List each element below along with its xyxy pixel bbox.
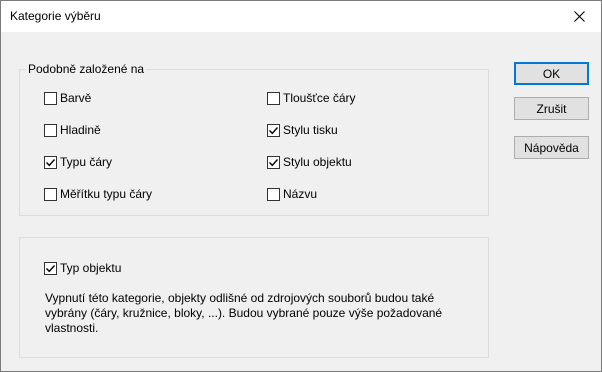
- dialog-title: Kategorie výběru: [10, 9, 101, 23]
- checkbox-box[interactable]: [267, 155, 280, 169]
- checkbox-label: Tloušťce čáry: [283, 91, 356, 105]
- cancel-button-label: Zrušit: [536, 101, 567, 116]
- checkmark-icon: [46, 264, 56, 272]
- checkmark-icon: [269, 126, 279, 134]
- checkbox-label: Barvě: [60, 91, 92, 105]
- checkbox-label: Názvu: [283, 187, 318, 201]
- close-button[interactable]: [557, 1, 601, 32]
- based-on-group-label: Podobně založené na: [26, 62, 147, 76]
- checkbox-linetype[interactable]: Typu čáry: [44, 154, 112, 170]
- checkbox-box[interactable]: [44, 261, 57, 275]
- checkbox-label: Stylu objektu: [283, 155, 352, 169]
- checkbox-box[interactable]: [44, 155, 57, 169]
- title-bar: Kategorie výběru: [1, 1, 601, 32]
- close-icon: [573, 11, 585, 22]
- object-type-description: Vypnutí této kategorie, objekty odlišné …: [45, 291, 443, 335]
- checkbox-label: Stylu tisku: [283, 123, 338, 137]
- checkbox-label: Typu čáry: [60, 155, 113, 169]
- checkmark-icon: [269, 158, 279, 166]
- checkbox-box[interactable]: [267, 123, 280, 137]
- help-button-label: Nápověda: [524, 140, 579, 155]
- ok-button-label: OK: [542, 66, 561, 81]
- ok-button[interactable]: OK: [514, 62, 589, 85]
- checkbox-box[interactable]: [267, 91, 280, 105]
- checkbox-object-type[interactable]: Typ objektu: [44, 260, 121, 276]
- checkbox-name[interactable]: Názvu: [267, 186, 317, 202]
- checkbox-object-style[interactable]: Stylu objektu: [267, 154, 352, 170]
- checkbox-linetype-scale[interactable]: Měřítku typu čáry: [44, 186, 152, 202]
- cancel-button[interactable]: Zrušit: [514, 97, 589, 120]
- checkbox-box[interactable]: [44, 91, 57, 105]
- checkbox-color[interactable]: Barvě: [44, 90, 91, 106]
- checkbox-plot-style[interactable]: Stylu tisku: [267, 122, 338, 138]
- checkmark-icon: [46, 158, 56, 166]
- checkbox-label: Hladině: [60, 123, 101, 137]
- checkbox-box[interactable]: [44, 123, 57, 137]
- checkbox-box[interactable]: [267, 187, 280, 201]
- checkbox-box[interactable]: [44, 187, 57, 201]
- checkbox-lineweight[interactable]: Tloušťce čáry: [267, 90, 356, 106]
- selection-category-dialog: Kategorie výběru Podobně založené na Bar…: [0, 0, 602, 372]
- checkbox-label: Typ objektu: [60, 261, 122, 275]
- help-button[interactable]: Nápověda: [514, 136, 589, 159]
- checkbox-label: Měřítku typu čáry: [60, 187, 153, 201]
- checkbox-layer[interactable]: Hladině: [44, 122, 101, 138]
